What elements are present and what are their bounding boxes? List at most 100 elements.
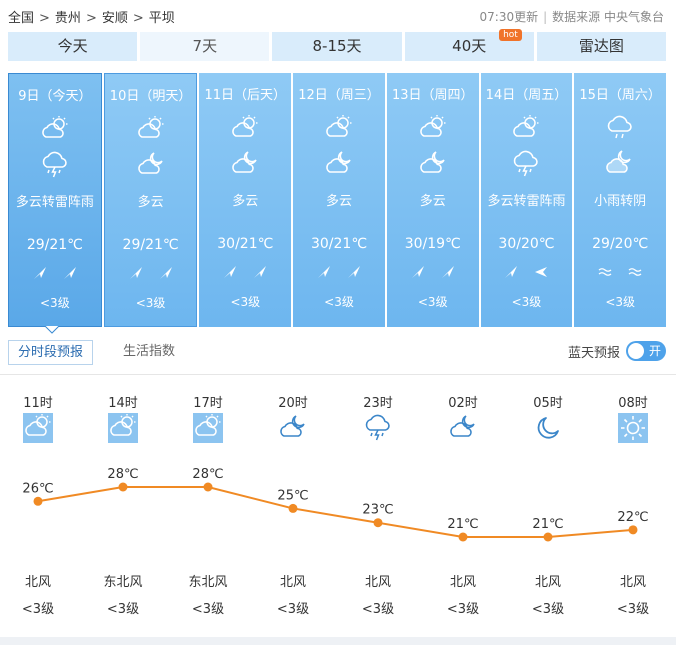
hour-time: 20时 xyxy=(278,396,308,411)
tab-radar[interactable]: 雷达图 xyxy=(536,32,667,61)
tab-label: 雷达图 xyxy=(578,37,624,55)
day-weather-desc: 多云 xyxy=(137,195,164,210)
day-card[interactable]: 12日（周三） 多云 30/21℃ <3级 xyxy=(293,73,385,327)
wind-arrow-icon xyxy=(440,264,456,280)
day-date: 9日（今天） xyxy=(18,89,92,104)
partly-cloudy-sun-icon xyxy=(23,413,53,443)
hour-wind-level: <3级 xyxy=(616,602,650,617)
breadcrumb-separator: > xyxy=(39,11,50,26)
hour-wind-level: <3级 xyxy=(446,602,480,617)
partly-cloudy-sun-icon xyxy=(418,114,448,140)
breeze-icon xyxy=(627,264,643,280)
wind-arrow-icon xyxy=(316,264,332,280)
day-date: 12日（周三） xyxy=(298,88,380,103)
temperature-point xyxy=(118,482,128,492)
wind-arrow-icon xyxy=(32,265,48,281)
breadcrumb-separator: > xyxy=(132,11,144,26)
day-temperature: 29/20℃ xyxy=(592,236,649,252)
hour-wind-direction: 北风 xyxy=(534,575,561,590)
temperature-point xyxy=(33,496,43,506)
tab-today[interactable]: 今天 xyxy=(8,32,138,61)
day-wind-level: <3级 xyxy=(417,295,448,309)
temperature-point xyxy=(203,482,213,492)
partly-cloudy-moon-icon xyxy=(230,149,260,177)
temperature-label: 21℃ xyxy=(447,517,478,532)
day-card[interactable]: 15日（周六） 小雨转阴 29/20℃ <3级 xyxy=(574,73,667,327)
tab-label: 今天 xyxy=(57,37,88,55)
forecast-tabs: 今天 7天 8-15天 40天 hot 雷达图 xyxy=(8,29,667,61)
wind-arrow-icon xyxy=(158,265,174,281)
hour-time: 05时 xyxy=(533,396,563,411)
crescent-moon-icon xyxy=(533,413,563,443)
day-wind-level: <3级 xyxy=(511,295,542,309)
day-date: 14日（周五） xyxy=(485,88,568,103)
temperature-point xyxy=(628,525,638,535)
breadcrumb-item-county: 平坝 xyxy=(148,11,175,26)
tab-life-index[interactable]: 生活指数 xyxy=(114,340,184,365)
partly-cloudy-sun-icon xyxy=(40,115,70,141)
partly-cloudy-sun-icon xyxy=(511,114,541,140)
day-date: 13日（周四） xyxy=(391,88,474,103)
temperature-point xyxy=(543,532,553,542)
tab-label: 7天 xyxy=(192,37,218,55)
breadcrumb-item-country[interactable]: 全国 xyxy=(8,7,34,26)
data-source: 数据来源 中央气象台 xyxy=(552,10,664,24)
day-card[interactable]: 11日（后天） 多云 30/21℃ <3级 xyxy=(199,73,292,327)
thunder-shower-icon xyxy=(40,150,70,178)
day-wind-icons xyxy=(199,264,291,280)
temperature-label: 25℃ xyxy=(277,488,308,503)
day-weather-desc: 多云 xyxy=(232,194,259,209)
tab-8-15-days[interactable]: 8-15天 xyxy=(272,32,402,61)
hour-wind-direction: 北风 xyxy=(619,575,646,590)
blue-sky-toggle[interactable]: 开 xyxy=(626,341,666,361)
tab-40-days[interactable]: 40天 hot xyxy=(404,29,534,61)
day-wind-level: <3级 xyxy=(135,296,166,310)
wind-arrow-icon xyxy=(62,265,78,281)
cloudy-moon-icon xyxy=(605,149,635,177)
day-wind-icons xyxy=(481,264,573,280)
toggle-label: 蓝天预报 xyxy=(567,345,620,361)
day-weather-desc: 多云 xyxy=(419,194,446,209)
day-wind-level: <3级 xyxy=(40,296,70,310)
partly-cloudy-sun-icon xyxy=(324,114,354,140)
day-date: 10日（明天） xyxy=(109,89,192,104)
sun-icon xyxy=(618,413,648,443)
breadcrumb-item-city[interactable]: 安顺 xyxy=(102,7,128,26)
breadcrumb-item-province[interactable]: 贵州 xyxy=(55,7,81,26)
hour-wind-level: <3级 xyxy=(276,602,310,617)
selected-day-pointer xyxy=(45,326,59,334)
hour-wind-direction: 北风 xyxy=(364,575,391,590)
tab-label: 8-15天 xyxy=(312,37,362,55)
partly-cloudy-moon-icon xyxy=(448,413,478,443)
day-weather-desc: 多云 xyxy=(326,194,353,209)
day-temperature: 30/21℃ xyxy=(217,236,274,252)
day-card[interactable]: 10日（明天） 多云 29/21℃ <3级 xyxy=(103,73,198,327)
hour-wind-direction: 东北风 xyxy=(188,575,228,590)
light-rain-icon xyxy=(605,114,635,140)
day-card[interactable]: 14日（周五） 多云转雷阵雨 30/20℃ <3级 xyxy=(480,73,573,327)
temperature-point xyxy=(458,532,468,542)
partly-cloudy-moon-icon xyxy=(278,413,308,443)
hour-wind-direction: 北风 xyxy=(24,575,51,590)
hour-time: 08时 xyxy=(618,396,648,411)
hour-wind-direction: 北风 xyxy=(279,575,306,590)
hour-wind-level: <3级 xyxy=(191,602,225,617)
wind-arrow-icon xyxy=(503,264,519,280)
temperature-label: 28℃ xyxy=(192,467,223,482)
hour-time: 11时 xyxy=(23,396,53,411)
day-wind-level: <3级 xyxy=(324,295,354,309)
tab-hourly-forecast[interactable]: 分时段预报 xyxy=(8,340,94,365)
partly-cloudy-sun-icon xyxy=(230,114,260,140)
day-temperature: 30/21℃ xyxy=(310,236,368,252)
tab-7-days[interactable]: 7天 xyxy=(140,32,270,61)
day-wind-icons xyxy=(9,265,101,281)
update-time: 07:30更新 xyxy=(479,10,539,24)
day-card[interactable]: 13日（周四） 多云 30/19℃ <3级 xyxy=(386,73,479,327)
day-card[interactable]: 9日（今天） 多云转雷阵雨 29/21℃ <3级 xyxy=(8,73,102,327)
day-temperature: 30/19℃ xyxy=(404,236,461,252)
day-wind-icons xyxy=(387,264,479,280)
wind-arrow-icon xyxy=(252,264,268,280)
partly-cloudy-sun-icon xyxy=(108,413,138,443)
divider xyxy=(0,374,676,375)
temperature-point xyxy=(288,503,298,513)
